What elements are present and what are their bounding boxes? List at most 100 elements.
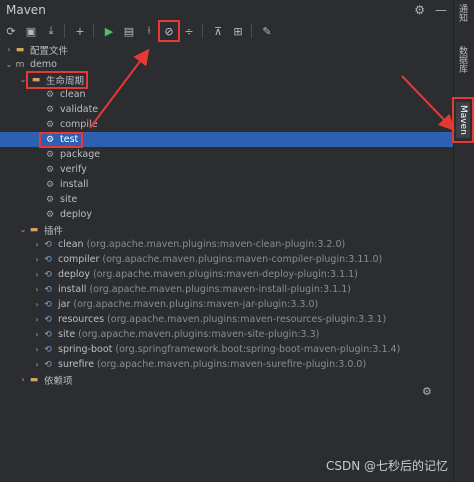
tab-maven[interactable]: Maven: [456, 102, 470, 138]
plugin-icon: ⟲: [44, 314, 52, 325]
gear-icon[interactable]: ⚙: [422, 385, 432, 398]
chevron-down-icon[interactable]: ⌄: [18, 225, 28, 234]
maven-toolbar: ⟳ ▣ ⤓ + ▶ ▤ ⟊ ⊘ ÷ ⊼ ⊞ ✎: [0, 20, 453, 42]
chevron-right-icon[interactable]: ›: [32, 255, 42, 264]
toggle-offline-icon[interactable]: ⟊: [140, 22, 158, 40]
gear-icon: ⚙: [45, 209, 55, 220]
tree-label: 依赖项: [44, 375, 73, 387]
tree-label: 配置文件: [30, 45, 69, 57]
add-icon[interactable]: +: [71, 22, 89, 40]
plugin-detail: (org.apache.maven.plugins:maven-surefire…: [97, 359, 367, 370]
skip-tests-icon[interactable]: ⊘: [158, 20, 180, 42]
chevron-right-icon[interactable]: ›: [32, 360, 42, 369]
lifecycle-item-test[interactable]: ⚙ test: [0, 131, 453, 148]
plugin-item[interactable]: › ⟲ install (org.apache.maven.plugins:ma…: [0, 282, 453, 297]
lifecycle-item-package[interactable]: ⚙ package: [0, 147, 453, 162]
folder-dependencies-icon: ▬: [29, 374, 39, 385]
plugin-icon: ⟲: [44, 239, 52, 250]
chevron-right-icon[interactable]: ›: [32, 270, 42, 279]
plugin-name: clean: [58, 239, 84, 250]
plugin-item[interactable]: › ⟲ site (org.apache.maven.plugins:maven…: [0, 327, 453, 342]
plugin-detail: (org.apache.maven.plugins:maven-deploy-p…: [92, 269, 358, 280]
maven-tree: › ▬ 配置文件 ⌄ m demo ⌄ ▬ 生命周期 ⚙ clean ⚙ val…: [0, 42, 453, 387]
chevron-right-icon[interactable]: ›: [32, 240, 42, 249]
download-icon[interactable]: ⤓: [42, 22, 60, 40]
plugin-name: compiler: [58, 254, 100, 265]
run-config-icon[interactable]: ▤: [120, 22, 138, 40]
panel-header: Maven ⚙ —: [0, 0, 453, 20]
tree-label: install: [60, 179, 89, 190]
chevron-down-icon[interactable]: ⌄: [4, 60, 14, 69]
plugin-name: deploy: [58, 269, 90, 280]
show-dependencies-icon[interactable]: ⊞: [229, 22, 247, 40]
lifecycle-item-clean[interactable]: ⚙ clean: [0, 87, 453, 102]
reimport-icon[interactable]: ▣: [22, 22, 40, 40]
refresh-icon[interactable]: ⟳: [2, 22, 20, 40]
plugin-item[interactable]: › ⟲ surefire (org.apache.maven.plugins:m…: [0, 357, 453, 372]
tree-label: 生命周期: [46, 75, 85, 87]
lifecycle-item-site[interactable]: ⚙ site: [0, 192, 453, 207]
plugin-detail: (org.apache.maven.plugins:maven-jar-plug…: [73, 299, 319, 310]
tree-label: deploy: [60, 209, 92, 220]
plugin-icon: ⟲: [44, 299, 52, 310]
plugin-detail: (org.apache.maven.plugins:maven-compiler…: [102, 254, 383, 265]
lifecycle-item-verify[interactable]: ⚙ verify: [0, 162, 453, 177]
tree-lifecycle[interactable]: ⌄ ▬ 生命周期: [0, 70, 453, 89]
lifecycle-item-compile[interactable]: ⚙ compile: [0, 117, 453, 132]
plugin-item[interactable]: › ⟲ compiler (org.apache.maven.plugins:m…: [0, 252, 453, 267]
plugin-item[interactable]: › ⟲ deploy (org.apache.maven.plugins:mav…: [0, 267, 453, 282]
panel-title: Maven: [6, 3, 46, 17]
gear-icon: ⚙: [45, 89, 55, 100]
toolbar-separator: [202, 24, 203, 38]
chevron-right-icon[interactable]: ›: [32, 345, 42, 354]
gear-icon[interactable]: ⚙: [414, 3, 425, 17]
plugin-icon: ⟲: [44, 359, 52, 370]
plugin-detail: (org.apache.maven.plugins:maven-resource…: [107, 314, 387, 325]
folder-icon: ▬: [15, 44, 25, 55]
lifecycle-item-validate[interactable]: ⚙ validate: [0, 102, 453, 117]
run-icon[interactable]: ▶: [100, 22, 118, 40]
diagram-icon[interactable]: ⊼: [209, 22, 227, 40]
tree-label: demo: [30, 59, 57, 70]
plugin-name: site: [58, 329, 76, 340]
chevron-right-icon[interactable]: ›: [18, 375, 28, 384]
gear-icon: ⚙: [45, 179, 55, 190]
toolbar-separator: [251, 24, 252, 38]
tree-label: 插件: [44, 225, 64, 237]
plugin-name: jar: [58, 299, 71, 310]
chevron-right-icon[interactable]: ›: [32, 315, 42, 324]
gear-icon: ⚙: [45, 134, 55, 145]
tree-project-demo[interactable]: ⌄ m demo: [0, 57, 453, 72]
plugin-item[interactable]: › ⟲ jar (org.apache.maven.plugins:maven-…: [0, 297, 453, 312]
plugin-item[interactable]: › ⟲ spring-boot (org.springframework.boo…: [0, 342, 453, 357]
chevron-down-icon[interactable]: ⌄: [18, 75, 28, 84]
minimize-icon[interactable]: —: [435, 3, 447, 17]
watermark: CSDN @七秒后的记忆: [325, 459, 448, 473]
tree-label: clean: [60, 89, 86, 100]
right-tool-bar: 通知 数据库 Maven: [453, 0, 474, 482]
tree-plugins[interactable]: ⌄ ▬ 插件: [0, 222, 453, 237]
plugin-detail: (org.springframework.boot:spring-boot-ma…: [115, 344, 401, 355]
plugin-name: surefire: [58, 359, 95, 370]
gear-icon: ⚙: [45, 149, 55, 160]
tree-label: compile: [60, 119, 98, 130]
chevron-right-icon[interactable]: ›: [32, 330, 42, 339]
tree-label: test: [60, 134, 79, 145]
tree-dependencies[interactable]: › ▬ 依赖项: [0, 372, 453, 387]
plugin-item[interactable]: › ⟲ clean (org.apache.maven.plugins:mave…: [0, 237, 453, 252]
lifecycle-item-install[interactable]: ⚙ install: [0, 177, 453, 192]
chevron-right-icon[interactable]: ›: [4, 45, 14, 54]
chevron-right-icon[interactable]: ›: [32, 300, 42, 309]
gear-icon: ⚙: [45, 119, 55, 130]
tab-database[interactable]: 数据库: [456, 46, 469, 73]
settings-wrench-icon[interactable]: ✎: [258, 22, 276, 40]
plugin-item[interactable]: › ⟲ resources (org.apache.maven.plugins:…: [0, 312, 453, 327]
chevron-right-icon[interactable]: ›: [32, 285, 42, 294]
tree-label: package: [60, 149, 101, 160]
tab-notifications[interactable]: 通知: [456, 4, 469, 22]
tree-config-files[interactable]: › ▬ 配置文件: [0, 42, 453, 57]
collapse-icon[interactable]: ÷: [180, 22, 198, 40]
plugin-detail: (org.apache.maven.plugins:maven-install-…: [89, 284, 351, 295]
lifecycle-item-deploy[interactable]: ⚙ deploy: [0, 207, 453, 222]
toolbar-separator: [64, 24, 65, 38]
